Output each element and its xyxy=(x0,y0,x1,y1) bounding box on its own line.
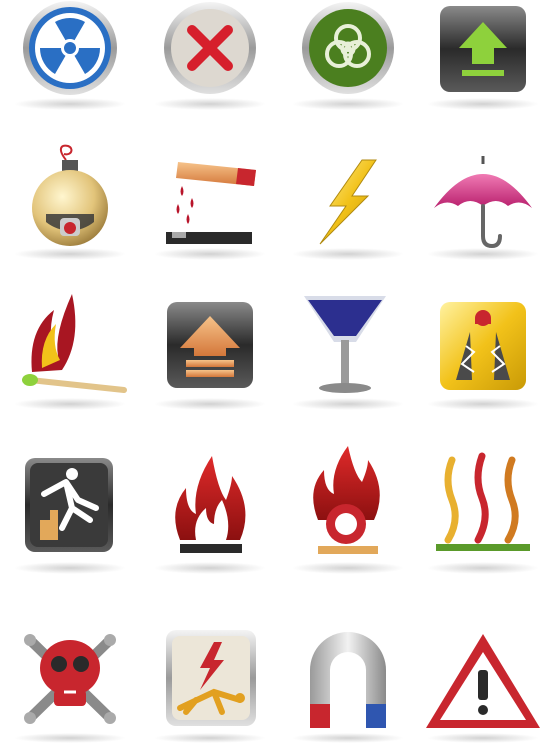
corrosive-icon xyxy=(166,162,256,244)
high-voltage-icon xyxy=(319,159,377,245)
arrow-up-box-icon xyxy=(167,302,253,388)
flammable-match-icon xyxy=(22,294,127,393)
this-side-up-icon xyxy=(440,6,526,92)
electric-shock-icon xyxy=(166,630,256,726)
biohazard-icon xyxy=(302,2,394,94)
slippery-stairs-icon xyxy=(25,458,113,552)
keep-dry-umbrella-icon xyxy=(434,156,532,249)
fire-icon xyxy=(175,456,246,553)
road-hazard-icon xyxy=(440,302,526,390)
cross-icon xyxy=(164,2,256,94)
skull-crossbones-icon xyxy=(24,634,116,724)
radiation-icon xyxy=(23,1,117,95)
hot-surface-icon xyxy=(436,452,530,551)
oxidizer-icon xyxy=(313,446,380,554)
icon-sheet xyxy=(14,1,540,743)
magnet-icon xyxy=(310,632,386,728)
bomb-icon xyxy=(32,144,108,246)
fragile-glass-icon xyxy=(304,296,386,393)
warning-triangle-icon xyxy=(426,634,540,728)
